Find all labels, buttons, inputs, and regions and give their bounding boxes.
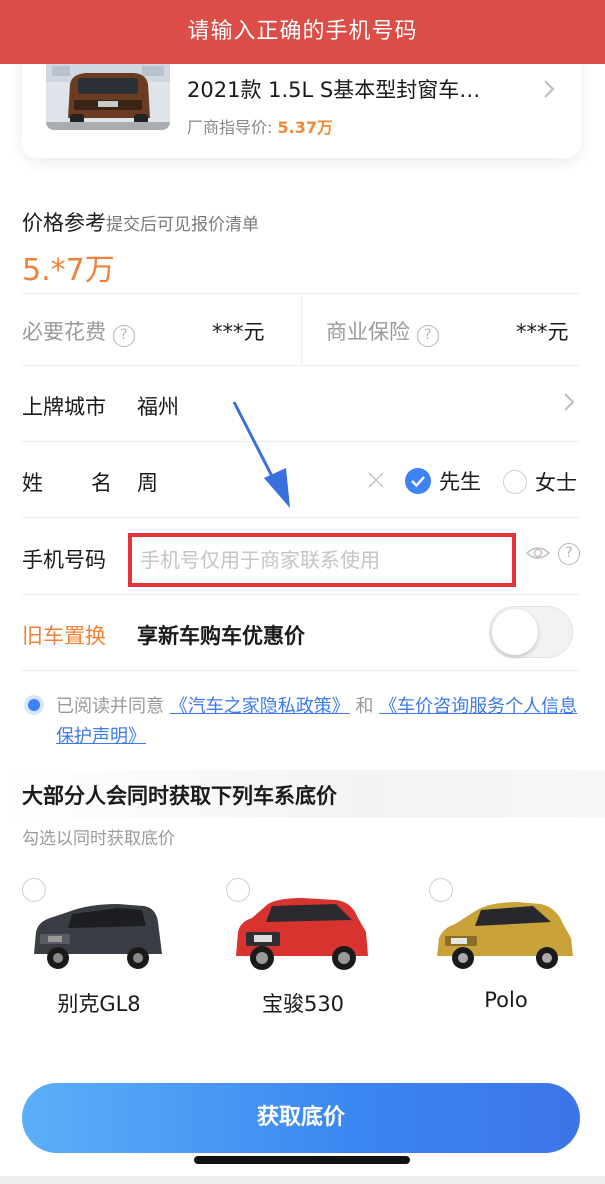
commercial-insurance: 商业保险 ?	[326, 316, 439, 347]
price-reference-label: 价格参考	[22, 211, 106, 235]
necessary-fee-value: ***元	[212, 320, 265, 344]
name-value[interactable]: 周	[137, 467, 158, 497]
necessary-fee: 必要花费 ?	[22, 316, 135, 347]
divider	[22, 594, 580, 595]
error-toast: 请输入正确的手机号码	[0, 0, 605, 64]
trade-in-label: 旧车置换	[22, 624, 106, 648]
recommend-car-name: 宝骏530	[261, 992, 345, 1016]
car-model-name: 2021款 1.5L S基本型封窗车…	[187, 78, 481, 102]
chevron-right-icon	[542, 78, 556, 104]
chevron-right-icon	[563, 392, 575, 416]
trade-in-desc: 享新车购车优惠价	[137, 624, 305, 648]
help-icon[interactable]: ?	[416, 325, 439, 347]
city-label: 上牌城市	[22, 395, 106, 419]
commercial-insurance-label: 商业保险	[326, 320, 410, 344]
toggle-knob	[492, 609, 538, 655]
guide-price-value: 5.37万	[277, 118, 333, 137]
recommend-car-name: 别克GL8	[57, 992, 141, 1016]
radio-checked-icon	[405, 468, 431, 494]
agreement-text: 已阅读并同意 《汽车之家隐私政策》 和 《车价咨询服务个人信息保护声明》	[56, 692, 586, 752]
privacy-policy-link[interactable]: 《汽车之家隐私政策》	[170, 696, 350, 717]
car-image	[433, 898, 577, 980]
car-thumbnail	[46, 56, 170, 130]
recommend-car-item[interactable]: 宝骏530	[218, 874, 388, 1016]
divider	[22, 517, 580, 518]
agreement-and: 和	[349, 696, 380, 717]
recommend-title: 大部分人会同时获取下列车系底价	[22, 784, 337, 808]
car-image	[28, 896, 168, 980]
gender-female-label: 女士	[535, 471, 577, 495]
city-value: 福州	[137, 395, 179, 419]
bottom-strip	[0, 1176, 605, 1184]
get-price-button[interactable]: 获取底价	[22, 1083, 580, 1153]
necessary-fee-label: 必要花费	[22, 320, 106, 344]
help-icon[interactable]: ?	[558, 543, 580, 565]
gender-male-label: 先生	[439, 470, 481, 494]
phone-input[interactable]	[128, 533, 516, 587]
recommend-car-item[interactable]: Polo	[421, 874, 591, 1014]
name-label-part1: 姓	[22, 471, 43, 495]
gender-male-option[interactable]: 先生	[405, 466, 481, 496]
car-image	[232, 892, 372, 980]
divider	[22, 293, 580, 294]
radio-unchecked-icon	[503, 470, 527, 494]
gender-female-option[interactable]: 女士	[503, 467, 577, 497]
agreement-prefix: 已阅读并同意	[56, 696, 170, 717]
commercial-insurance-value: ***元	[516, 320, 569, 344]
guide-price-prefix: 厂商指导价:	[187, 118, 278, 137]
trade-in-toggle[interactable]	[489, 606, 573, 658]
recommend-car-name: Polo	[484, 988, 528, 1012]
phone-label: 手机号码	[22, 548, 106, 572]
recommend-car-item[interactable]: 别克GL8	[14, 874, 184, 1016]
recommend-subtitle: 勾选以同时获取底价	[22, 829, 175, 849]
agree-checkbox[interactable]	[24, 695, 44, 715]
divider	[22, 441, 580, 442]
price-reference-value: 5.*7万	[22, 253, 115, 288]
price-reference-hint: 提交后可见报价清单	[106, 215, 259, 235]
divider	[22, 670, 580, 671]
clear-icon[interactable]	[366, 470, 386, 494]
guide-price-label: 厂商指导价: 5.37万	[187, 114, 333, 138]
home-indicator	[194, 1156, 410, 1164]
price-reference: 价格参考提交后可见报价清单	[22, 207, 259, 237]
eye-icon[interactable]	[525, 543, 551, 567]
help-icon[interactable]: ?	[112, 325, 135, 347]
arrow-annotation-icon	[228, 398, 298, 516]
divider	[301, 296, 302, 364]
name-label-part2: 名	[91, 471, 112, 495]
